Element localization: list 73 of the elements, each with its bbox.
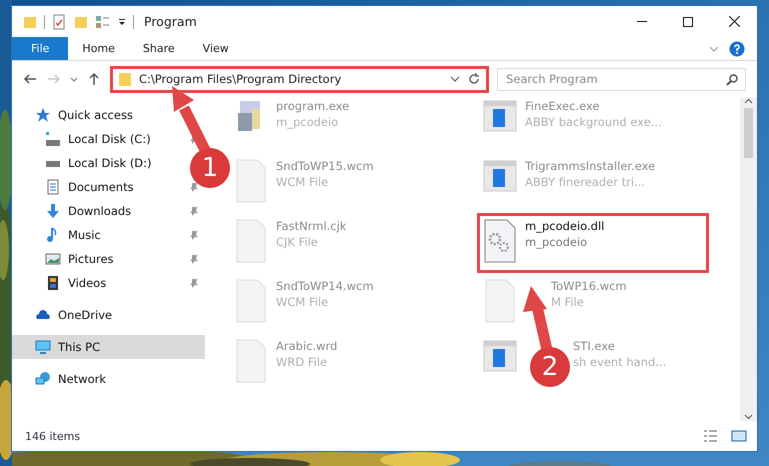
file-type: M File xyxy=(551,295,585,309)
file-item[interactable]: m_pcodeio.dll m_pcodeio xyxy=(477,213,709,273)
network-icon xyxy=(35,371,51,387)
nav-item[interactable]: Videos xyxy=(22,271,110,295)
ribbon-tab[interactable]: Home xyxy=(68,37,129,60)
nav-item[interactable]: Documents xyxy=(22,175,138,199)
details-view-icon[interactable] xyxy=(703,428,719,444)
settings-file-icon xyxy=(483,219,517,263)
file-name[interactable]: m_pcodeio.dll xyxy=(525,219,604,233)
computer-icon xyxy=(35,339,51,355)
blank-file-icon xyxy=(234,219,268,263)
search-field[interactable]: Search Program xyxy=(497,68,746,90)
folder-icon xyxy=(117,71,133,87)
item-count: 146 items xyxy=(25,430,80,442)
chevron-icon[interactable] xyxy=(709,46,719,52)
nav-item[interactable]: Quick access xyxy=(12,103,137,127)
film-icon xyxy=(45,275,61,291)
maximize-icon xyxy=(683,16,693,26)
help-icon[interactable] xyxy=(729,40,745,56)
file-type: sh event hand... xyxy=(573,355,666,369)
scrollbar[interactable] xyxy=(740,97,757,421)
drive-icon xyxy=(45,160,61,166)
ribbon-tab[interactable]: Share xyxy=(128,37,189,60)
minimize-icon xyxy=(637,21,647,22)
up-caret-icon xyxy=(744,97,753,106)
nav-item[interactable]: Music xyxy=(22,223,105,247)
properties-icon[interactable] xyxy=(51,14,67,30)
star-icon xyxy=(35,107,51,123)
nav-item[interactable]: Local Disk (C:) xyxy=(22,127,155,151)
file-type: m_pcodeio xyxy=(276,115,340,129)
scroll-thumb[interactable] xyxy=(744,108,753,158)
pin-icon[interactable] xyxy=(189,230,199,240)
address-field[interactable]: C:\Program Files\Program Directory xyxy=(110,66,489,92)
nav-item[interactable]: This PC xyxy=(12,335,205,359)
close-icon xyxy=(728,16,740,27)
blank-file-icon xyxy=(234,159,268,203)
application-icon xyxy=(483,99,517,133)
document-icon xyxy=(45,179,61,195)
file-type: m_pcodeio xyxy=(525,235,588,249)
pin-icon[interactable] xyxy=(189,182,199,192)
pin-icon[interactable] xyxy=(189,254,199,264)
file-type: ABBY background exe... xyxy=(525,115,662,129)
pin-icon[interactable] xyxy=(189,278,199,288)
application-icon xyxy=(483,159,517,193)
file-type: WRD File xyxy=(276,355,328,369)
ribbon-tab[interactable]: View xyxy=(188,37,243,60)
nav-item[interactable]: Downloads xyxy=(22,199,136,223)
file-type: WCM File xyxy=(276,175,330,189)
nav-item[interactable]: OneDrive xyxy=(12,303,116,327)
file-menu-tab[interactable]: File xyxy=(12,37,68,60)
search-icon xyxy=(726,74,738,86)
caret-icon[interactable] xyxy=(117,16,127,26)
large-icons-view-icon[interactable] xyxy=(731,428,747,444)
nav-item[interactable]: Local Disk (D:) xyxy=(22,151,156,175)
download-icon xyxy=(45,203,61,219)
blank-file-icon xyxy=(234,279,268,323)
file-type: CJK File xyxy=(276,235,319,249)
chevron-icon xyxy=(450,76,460,82)
drive-icon xyxy=(45,131,61,147)
nav-item[interactable]: Network xyxy=(12,367,110,391)
view-icon[interactable] xyxy=(95,14,111,30)
nav-item[interactable]: Pictures xyxy=(22,247,118,271)
blank-file-icon xyxy=(234,339,268,383)
file-type: WCM File xyxy=(276,295,330,309)
down-caret-icon xyxy=(744,412,753,421)
arrow xyxy=(523,286,552,352)
pictures-icon xyxy=(45,251,61,267)
chevron-icon[interactable] xyxy=(70,76,78,82)
window-title: Program xyxy=(144,14,197,29)
blank-file-icon xyxy=(483,279,517,323)
file-type: ABBY finereader tri... xyxy=(525,175,646,189)
application-icon xyxy=(483,339,517,373)
pin-icon[interactable] xyxy=(189,206,199,216)
